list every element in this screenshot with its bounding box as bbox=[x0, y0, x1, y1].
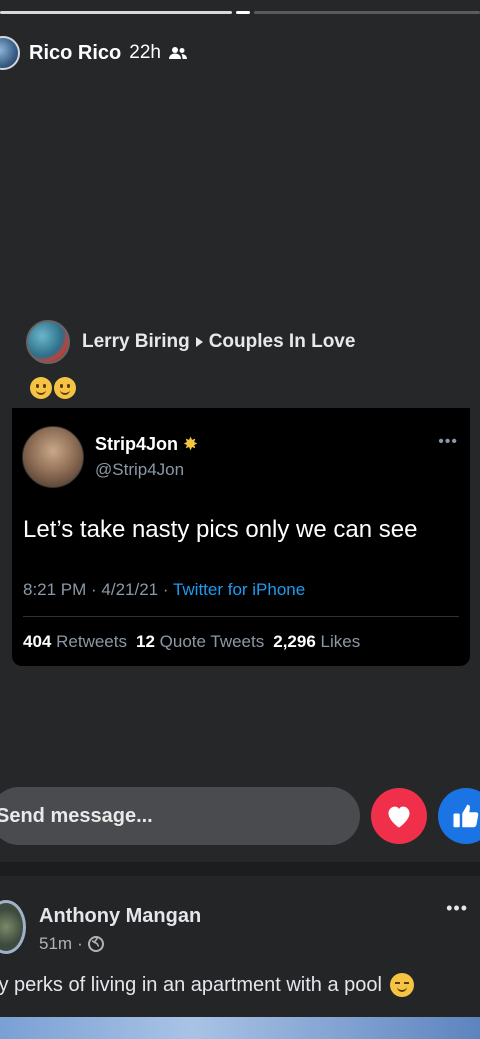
post-text: ly perks of living in an apartment with … bbox=[0, 973, 414, 997]
relieved-face-icon bbox=[389, 973, 414, 997]
tweet-meta: 8:21 PM · 4/21/21 · Twitter for iPhone bbox=[23, 580, 305, 600]
send-message-input[interactable]: Send message... bbox=[0, 787, 360, 845]
tweet-text: Let’s take nasty pics only we can see bbox=[23, 516, 418, 543]
retweets-stat: 404 Retweets bbox=[23, 632, 127, 651]
post-author-name[interactable]: Anthony Mangan bbox=[39, 905, 201, 928]
shared-group-name[interactable]: Couples In Love bbox=[209, 331, 356, 353]
story-time: 22h bbox=[129, 42, 161, 63]
tweet-card: Strip4Jon ✸ @Strip4Jon ••• Let’s take na… bbox=[12, 408, 470, 666]
progress-segment-viewed bbox=[0, 11, 232, 14]
progress-segment-current bbox=[236, 11, 250, 14]
slightly-smiling-face-icon bbox=[30, 377, 52, 399]
shared-post-emojis bbox=[30, 377, 76, 399]
tweet-display-name: Strip4Jon ✸ bbox=[95, 434, 198, 455]
post-meta: 51m · bbox=[39, 934, 104, 954]
tweet-name-text: Strip4Jon bbox=[95, 434, 179, 454]
tweet-handle: @Strip4Jon bbox=[95, 460, 185, 479]
avatar[interactable] bbox=[0, 36, 20, 70]
post-text-content: ly perks of living in an apartment with … bbox=[0, 973, 382, 996]
post-time[interactable]: 51m bbox=[39, 934, 72, 954]
shared-post-header: Lerry Biring Couples In Love bbox=[26, 320, 355, 364]
story-viewer[interactable]: Rico Rico 22h Lerry Biring Couples In Lo… bbox=[0, 0, 480, 862]
arrow-right-icon bbox=[195, 337, 203, 347]
like-reaction-button[interactable] bbox=[438, 788, 480, 844]
heart-reaction-button[interactable] bbox=[371, 788, 427, 844]
tweet-avatar bbox=[22, 426, 84, 488]
divider bbox=[23, 616, 459, 617]
shared-author-name[interactable]: Lerry Biring bbox=[82, 331, 190, 353]
tweet-source: Twitter for iPhone bbox=[172, 580, 306, 599]
slightly-smiling-face-icon bbox=[54, 377, 76, 399]
heart-icon bbox=[388, 806, 410, 828]
tweet-timestamp: 8:21 PM · 4/21/21 · bbox=[23, 580, 173, 599]
shared-author-avatar[interactable] bbox=[26, 320, 70, 364]
separator-dot: · bbox=[77, 934, 83, 953]
more-options-icon[interactable]: ••• bbox=[446, 898, 468, 919]
likes-stat: 2,296 Likes bbox=[273, 632, 361, 651]
story-progress-bar bbox=[0, 11, 480, 14]
quote-tweets-stat: 12 Quote Tweets bbox=[135, 632, 265, 651]
friends-icon bbox=[168, 47, 187, 59]
progress-segment-remaining bbox=[254, 11, 480, 14]
send-message-placeholder: Send message... bbox=[0, 804, 153, 827]
sparkle-star-icon: ✸ bbox=[183, 434, 199, 454]
globe-icon bbox=[87, 936, 104, 952]
avatar[interactable] bbox=[0, 900, 26, 954]
more-options-icon: ••• bbox=[438, 433, 458, 450]
story-author-name[interactable]: Rico Rico bbox=[29, 42, 121, 65]
feed-post: Anthony Mangan 51m · ••• ly perks of liv… bbox=[0, 876, 480, 1039]
tweet-stats: 404 Retweets 12 Quote Tweets 2,296 Likes bbox=[23, 632, 360, 652]
thumbs-up-icon bbox=[453, 804, 479, 828]
story-header: Rico Rico 22h bbox=[0, 36, 187, 70]
post-image[interactable] bbox=[0, 1017, 480, 1039]
